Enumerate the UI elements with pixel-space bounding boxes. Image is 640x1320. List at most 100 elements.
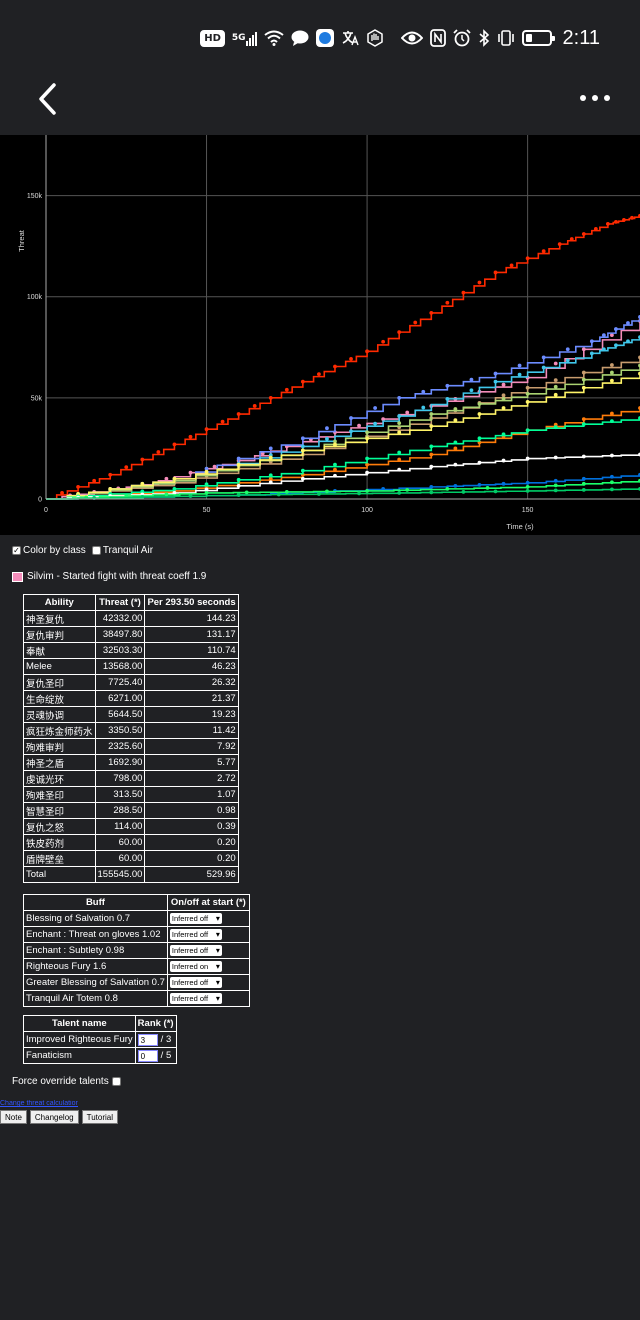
data-point[interactable] [397, 457, 402, 462]
data-point[interactable] [445, 383, 450, 388]
note-button[interactable]: Note [0, 1110, 27, 1124]
data-point[interactable] [622, 217, 626, 222]
data-point[interactable] [610, 363, 614, 367]
color-by-class-checkbox[interactable]: ✓ Color by class [12, 545, 86, 556]
data-point[interactable] [461, 290, 466, 295]
data-point[interactable] [553, 488, 558, 493]
data-point[interactable] [610, 411, 614, 416]
data-point[interactable] [541, 365, 546, 370]
data-point[interactable] [397, 395, 402, 400]
data-point[interactable] [429, 424, 434, 429]
data-point[interactable] [204, 487, 209, 492]
data-point[interactable] [453, 483, 458, 488]
data-point[interactable] [373, 406, 378, 410]
data-point[interactable] [610, 480, 614, 485]
data-point[interactable] [164, 476, 169, 481]
data-point[interactable] [429, 484, 434, 489]
data-point[interactable] [626, 339, 630, 344]
data-point[interactable] [581, 385, 586, 390]
data-point[interactable] [509, 263, 514, 268]
data-point[interactable] [365, 436, 369, 441]
data-point[interactable] [445, 300, 450, 305]
data-point[interactable] [300, 468, 305, 473]
data-point[interactable] [429, 412, 434, 416]
data-point[interactable] [236, 462, 241, 467]
data-point[interactable] [477, 280, 482, 285]
data-point[interactable] [541, 249, 546, 254]
data-point[interactable] [589, 351, 594, 356]
data-point[interactable] [525, 489, 530, 493]
data-point[interactable] [501, 396, 506, 401]
change-calculation-link[interactable]: Change threat calculation [0, 1100, 78, 1107]
data-point[interactable] [204, 427, 209, 432]
data-point[interactable] [300, 448, 305, 453]
data-point[interactable] [140, 457, 145, 462]
changelog-button[interactable]: Changelog [29, 1110, 79, 1124]
data-point[interactable] [236, 412, 241, 416]
data-point[interactable] [553, 392, 558, 397]
data-point[interactable] [477, 482, 482, 487]
data-point[interactable] [236, 477, 241, 482]
data-point[interactable] [373, 421, 378, 426]
data-point[interactable] [581, 417, 586, 421]
data-point[interactable] [397, 421, 402, 426]
threat-chart[interactable]: 0 50 100 150 0 50k 100k 150k Time (s) Threat [0, 135, 640, 535]
data-point[interactable] [333, 442, 337, 447]
data-point[interactable] [268, 446, 273, 451]
data-point[interactable] [188, 434, 193, 439]
data-point[interactable] [284, 387, 289, 392]
data-point[interactable] [172, 442, 177, 447]
force-override-checkbox[interactable] [111, 1077, 121, 1086]
data-point[interactable] [333, 473, 337, 478]
data-point[interactable] [501, 393, 506, 398]
data-point[interactable] [300, 444, 305, 449]
data-point[interactable] [569, 237, 574, 241]
data-point[interactable] [581, 487, 586, 492]
buff-state-select[interactable]: Inferred off [169, 913, 222, 924]
data-point[interactable] [252, 404, 257, 408]
data-point[interactable] [469, 377, 474, 382]
data-point[interactable] [365, 456, 369, 461]
data-point[interactable] [477, 412, 482, 416]
data-point[interactable] [429, 490, 434, 495]
data-point[interactable] [453, 446, 458, 451]
data-point[interactable] [357, 423, 361, 428]
data-point[interactable] [140, 495, 145, 499]
data-point[interactable] [610, 419, 614, 424]
talent-rank-input[interactable]: 0 [137, 1049, 158, 1062]
data-point[interactable] [553, 478, 558, 483]
data-point[interactable] [300, 379, 305, 384]
data-point[interactable] [397, 414, 402, 418]
data-point[interactable] [325, 436, 329, 441]
data-point[interactable] [236, 493, 241, 497]
data-point[interactable] [268, 480, 273, 485]
data-point[interactable] [626, 321, 630, 325]
data-point[interactable] [614, 327, 618, 331]
data-point[interactable] [517, 372, 522, 377]
data-point[interactable] [172, 486, 177, 491]
data-point[interactable] [589, 339, 594, 344]
buff-state-select[interactable]: Inferred on [169, 961, 222, 972]
data-point[interactable] [453, 462, 458, 467]
data-point[interactable] [236, 456, 241, 461]
data-point[interactable] [501, 481, 506, 486]
data-point[interactable] [405, 410, 410, 415]
data-point[interactable] [614, 219, 618, 224]
data-point[interactable] [581, 370, 586, 375]
data-point[interactable] [525, 385, 530, 390]
data-point[interactable] [365, 430, 369, 435]
data-point[interactable] [525, 456, 530, 461]
data-point[interactable] [445, 396, 450, 401]
data-point[interactable] [461, 490, 466, 494]
data-point[interactable] [501, 406, 506, 410]
data-point[interactable] [429, 452, 434, 457]
data-point[interactable] [429, 464, 434, 469]
data-point[interactable] [365, 489, 369, 493]
data-point[interactable] [333, 364, 337, 369]
data-point[interactable] [236, 483, 241, 488]
data-point[interactable] [421, 389, 426, 394]
data-point[interactable] [204, 482, 209, 487]
data-point[interactable] [397, 467, 402, 472]
data-point[interactable] [553, 361, 558, 366]
series-line[interactable] [46, 337, 640, 500]
